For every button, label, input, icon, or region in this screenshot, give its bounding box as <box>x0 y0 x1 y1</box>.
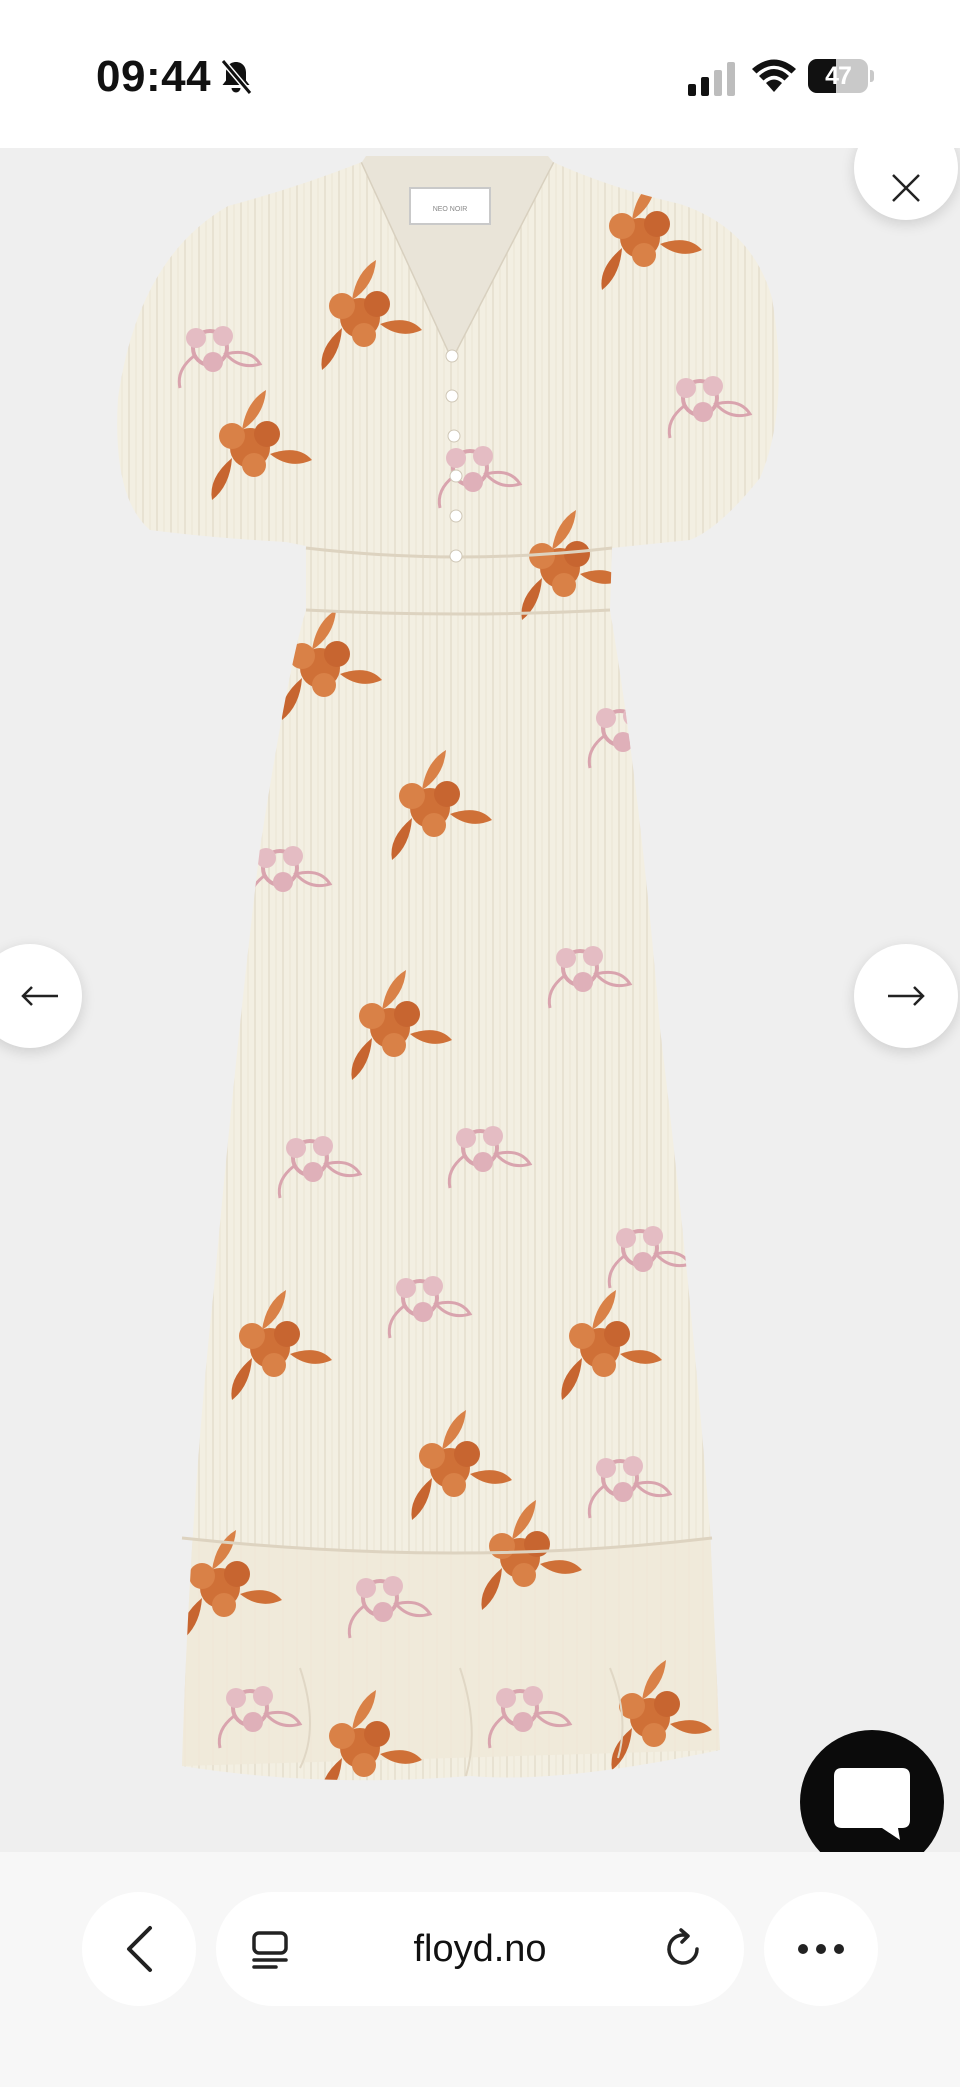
arrow-right-icon <box>888 986 925 1006</box>
next-image-button[interactable] <box>854 944 958 1048</box>
back-chevron-icon <box>127 1926 152 1972</box>
battery-icon: 47 <box>808 59 874 93</box>
more-icon <box>798 1944 844 1954</box>
url-text[interactable]: floyd.no <box>316 1892 644 2006</box>
address-bar[interactable]: floyd.no <box>216 1892 744 2006</box>
tabs-icon[interactable] <box>250 1930 290 1970</box>
screen: 09:44 47 NEO NOIR floyd.no <box>0 0 960 2087</box>
bell-off-icon <box>220 59 253 95</box>
brand-tag: NEO NOIR <box>433 206 468 213</box>
browser-back-button[interactable] <box>82 1892 196 2006</box>
chat-icon <box>834 1768 910 1840</box>
signal-icon <box>688 62 735 96</box>
more-options-button[interactable] <box>764 1892 878 2006</box>
battery-cap <box>870 70 874 82</box>
browser-toolbar: floyd.no <box>0 1852 960 2087</box>
product-image-viewer[interactable]: NEO NOIR <box>0 148 960 1852</box>
product-image[interactable]: NEO NOIR <box>0 148 960 1852</box>
status-time: 09:44 <box>96 52 212 101</box>
arrow-left-icon <box>21 986 58 1006</box>
battery-body: 47 <box>808 59 868 93</box>
close-icon <box>892 174 920 202</box>
status-bar: 09:44 47 <box>0 0 960 148</box>
reload-icon[interactable] <box>662 1928 704 1970</box>
wifi-icon <box>752 59 796 92</box>
battery-level: 47 <box>825 62 852 90</box>
